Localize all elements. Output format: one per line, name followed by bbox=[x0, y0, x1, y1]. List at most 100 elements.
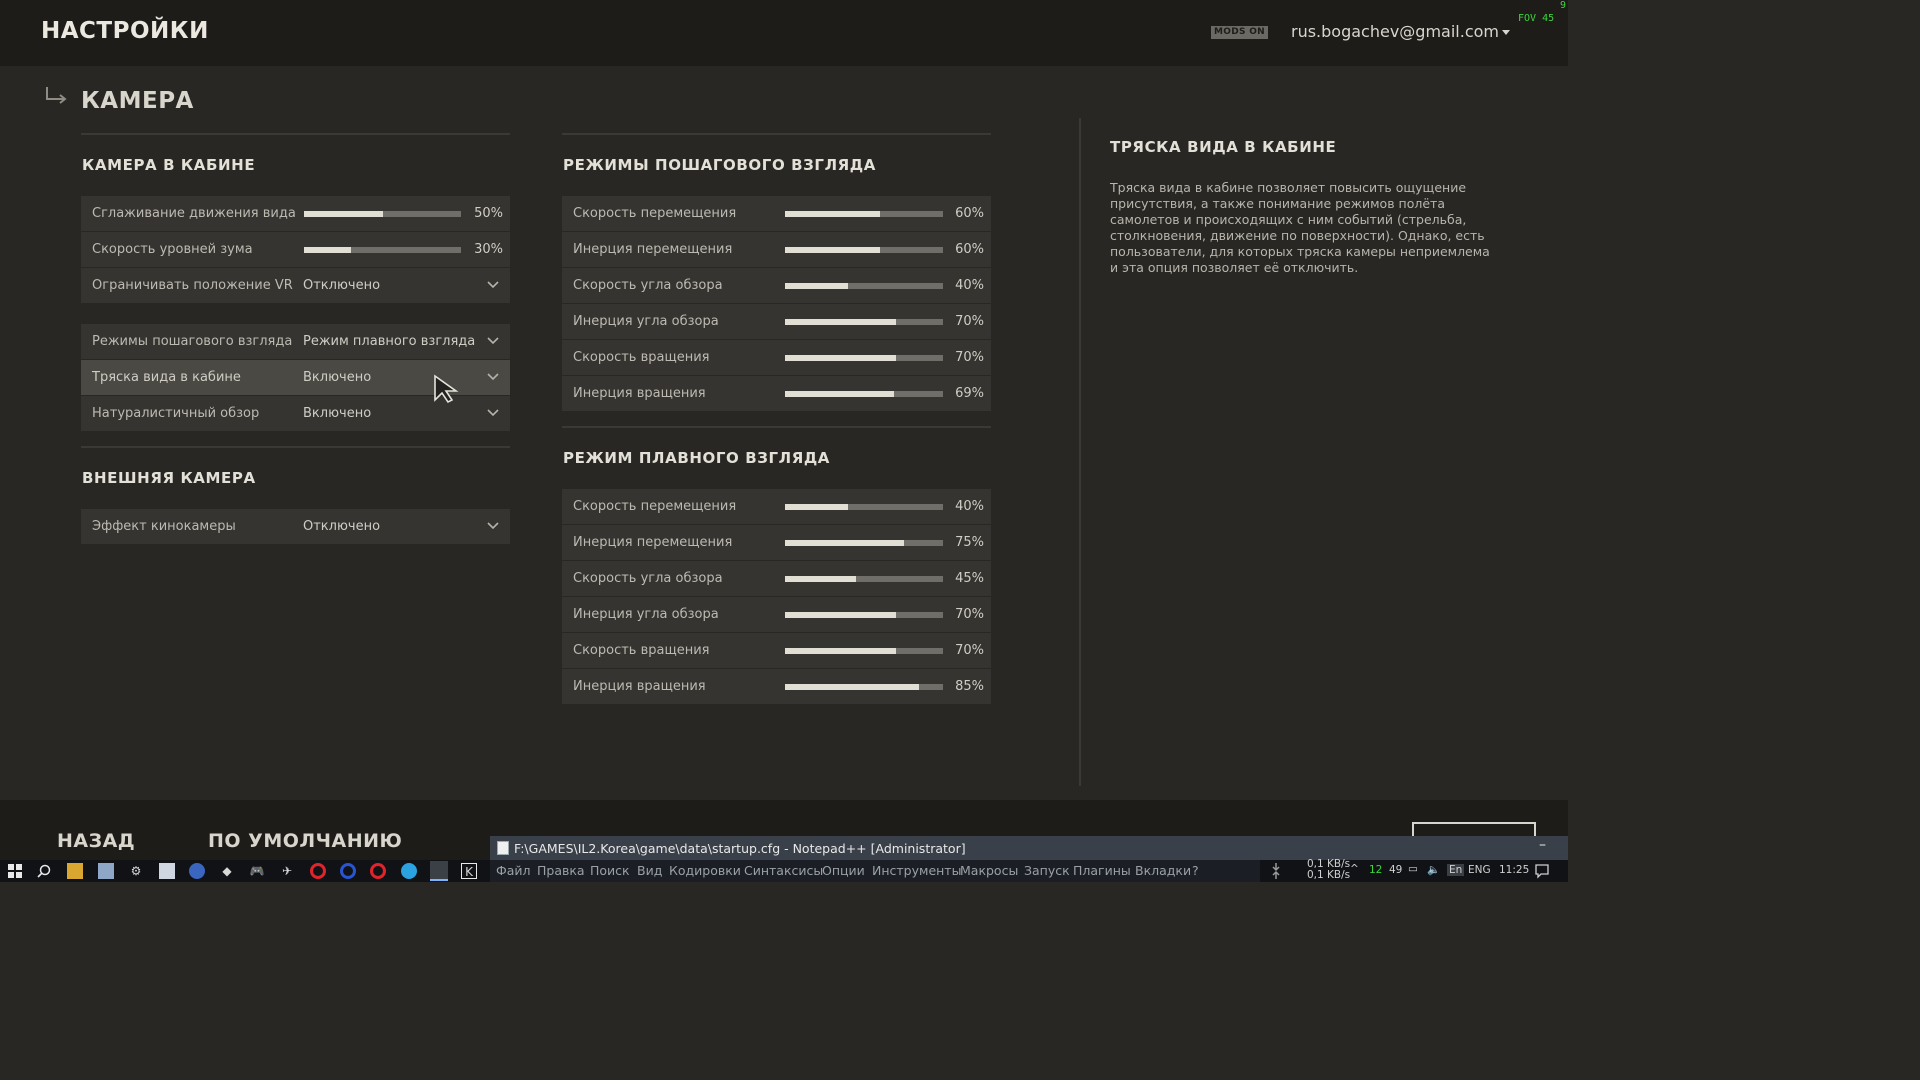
defaults-button[interactable]: ПО УМОЛЧАНИЮ bbox=[208, 830, 402, 852]
calendar-icon[interactable] bbox=[159, 863, 175, 879]
slider-row[interactable]: Скорость перемещения 40% bbox=[562, 489, 991, 524]
step-view-mode-dropdown[interactable]: Режимы пошагового взгляда Режим плавного… bbox=[81, 324, 510, 359]
info-description: Тряска вида в кабине позволяет повысить … bbox=[1110, 180, 1490, 275]
chevron-down-icon[interactable] bbox=[487, 335, 499, 345]
input-language[interactable]: ENG bbox=[1468, 864, 1491, 876]
slider-track[interactable] bbox=[785, 247, 943, 253]
account-selector[interactable]: rus.bogachev@gmail.com bbox=[1291, 22, 1499, 41]
slider-track[interactable] bbox=[785, 540, 943, 546]
notepad-taskbar-icon[interactable] bbox=[98, 863, 114, 879]
menu-item[interactable]: Файл bbox=[496, 863, 531, 878]
slider-row[interactable]: Скорость угла обзора 40% bbox=[562, 268, 991, 303]
slider-label: Скорость угла обзора bbox=[573, 278, 723, 293]
network-activity-icon bbox=[1272, 863, 1280, 879]
chevron-down-icon[interactable] bbox=[487, 407, 499, 417]
net-download: 0,1 KB/s bbox=[1307, 869, 1351, 881]
menu-item[interactable]: Правка bbox=[537, 863, 585, 878]
clock[interactable]: 11:25 bbox=[1499, 864, 1529, 876]
slider-row[interactable]: Инерция угла обзора 70% bbox=[562, 304, 991, 339]
notepad-window-title[interactable]: F:\GAMES\IL2.Korea\game\data\startup.cfg… bbox=[490, 836, 1568, 860]
gamepad-icon[interactable]: 🎮 bbox=[249, 863, 265, 879]
slider-row[interactable]: Инерция вращения 85% bbox=[562, 669, 991, 704]
menu-item[interactable]: Макросы bbox=[960, 863, 1018, 878]
slider-track[interactable] bbox=[785, 211, 943, 217]
dropdown-value: Отключено bbox=[303, 519, 381, 534]
slider-row[interactable]: Скорость вращения 70% bbox=[562, 340, 991, 375]
slider-track[interactable] bbox=[785, 391, 943, 397]
search-icon[interactable] bbox=[36, 863, 52, 879]
dropdown-label: Натуралистичный обзор bbox=[92, 406, 260, 421]
menu-item[interactable]: Запуск bbox=[1024, 863, 1070, 878]
slider-row[interactable]: Скорость уровней зума 30% bbox=[81, 232, 510, 267]
slider-value: 69% bbox=[955, 386, 984, 401]
slider-track[interactable] bbox=[785, 355, 943, 361]
menu-item[interactable]: Поиск bbox=[590, 863, 630, 878]
slider-track[interactable] bbox=[785, 504, 943, 510]
bookmark-icon[interactable]: ◆ bbox=[219, 863, 235, 879]
chevron-up-icon[interactable]: ^ bbox=[1350, 863, 1359, 875]
slider-track[interactable] bbox=[785, 684, 943, 690]
back-button[interactable]: НАЗАД bbox=[57, 830, 135, 852]
menu-item[interactable]: Инструменты bbox=[872, 863, 961, 878]
slider-value: 60% bbox=[955, 206, 984, 221]
notifications-icon[interactable] bbox=[1534, 863, 1550, 879]
slider-row[interactable]: Инерция перемещения 60% bbox=[562, 232, 991, 267]
slider-track[interactable] bbox=[785, 648, 943, 654]
slider-track[interactable] bbox=[785, 319, 943, 325]
menu-item[interactable]: Вкладки bbox=[1135, 863, 1191, 878]
notepadpp-active-icon[interactable] bbox=[430, 861, 448, 881]
slider-row[interactable]: Сглаживание движения вида 50% bbox=[81, 196, 510, 231]
slider-row[interactable]: Скорость вращения 70% bbox=[562, 633, 991, 668]
app-icon[interactable] bbox=[340, 863, 356, 879]
slider-track[interactable] bbox=[304, 211, 461, 217]
opera-gx-icon[interactable] bbox=[370, 863, 386, 879]
vr-limit-dropdown[interactable]: Ограничивать положение VR Отключено bbox=[81, 268, 510, 303]
mods-badge: MODS ON bbox=[1211, 26, 1268, 39]
slider-track[interactable] bbox=[785, 576, 943, 582]
slider-fill bbox=[304, 247, 352, 253]
chevron-down-icon[interactable] bbox=[487, 371, 499, 381]
return-arrow-icon bbox=[46, 87, 67, 104]
panel-separator bbox=[1079, 118, 1081, 786]
menu-item[interactable]: Вид bbox=[637, 863, 662, 878]
gear-icon[interactable]: ⚙ bbox=[128, 863, 144, 879]
slider-label: Инерция угла обзора bbox=[573, 607, 719, 622]
slider-track[interactable] bbox=[785, 283, 943, 289]
slider-fill bbox=[785, 355, 896, 361]
slider-fill bbox=[785, 211, 880, 217]
menu-item[interactable]: ? bbox=[1192, 863, 1199, 878]
chevron-down-icon[interactable] bbox=[487, 520, 499, 530]
menu-item[interactable]: Опции bbox=[822, 863, 865, 878]
windows-start-icon[interactable] bbox=[7, 863, 23, 879]
slider-row[interactable]: Скорость перемещения 60% bbox=[562, 196, 991, 231]
slider-row[interactable]: Инерция вращения 69% bbox=[562, 376, 991, 411]
opera-icon[interactable] bbox=[310, 863, 326, 879]
browser-icon[interactable] bbox=[189, 863, 205, 879]
slider-track[interactable] bbox=[785, 612, 943, 618]
cinema-effect-dropdown[interactable]: Эффект кинокамеры Отключено bbox=[81, 509, 510, 544]
slider-fill bbox=[785, 540, 904, 546]
menu-item[interactable]: Кодировки bbox=[669, 863, 741, 878]
plane-icon[interactable]: ✈ bbox=[279, 863, 295, 879]
slider-value: 40% bbox=[955, 278, 984, 293]
slider-fill bbox=[785, 504, 849, 510]
chevron-down-icon[interactable] bbox=[487, 279, 499, 289]
telegram-icon[interactable] bbox=[401, 863, 417, 879]
slider-row[interactable]: Инерция угла обзора 70% bbox=[562, 597, 991, 632]
slider-fill bbox=[785, 612, 896, 618]
slider-row[interactable]: Скорость угла обзора 45% bbox=[562, 561, 991, 596]
slider-track[interactable] bbox=[304, 247, 461, 253]
file-explorer-icon[interactable] bbox=[67, 863, 83, 879]
volume-icon[interactable]: 🔈 bbox=[1427, 863, 1440, 876]
menu-item[interactable]: Плагины bbox=[1073, 863, 1131, 878]
slider-fill bbox=[785, 319, 896, 325]
input-language-short[interactable]: En bbox=[1447, 864, 1465, 876]
slider-row[interactable]: Инерция перемещения 75% bbox=[562, 525, 991, 560]
smooth-view-heading: РЕЖИМ ПЛАВНОГО ВЗГЛЯДА bbox=[563, 449, 831, 467]
account-caret-icon[interactable] bbox=[1502, 30, 1510, 35]
network-icon[interactable]: ▭ bbox=[1408, 863, 1418, 875]
menu-item[interactable]: Синтаксисы bbox=[744, 863, 823, 878]
slider-value: 40% bbox=[955, 499, 984, 514]
minimize-icon[interactable]: – bbox=[1539, 837, 1546, 853]
app-k-icon[interactable]: K bbox=[461, 863, 477, 879]
